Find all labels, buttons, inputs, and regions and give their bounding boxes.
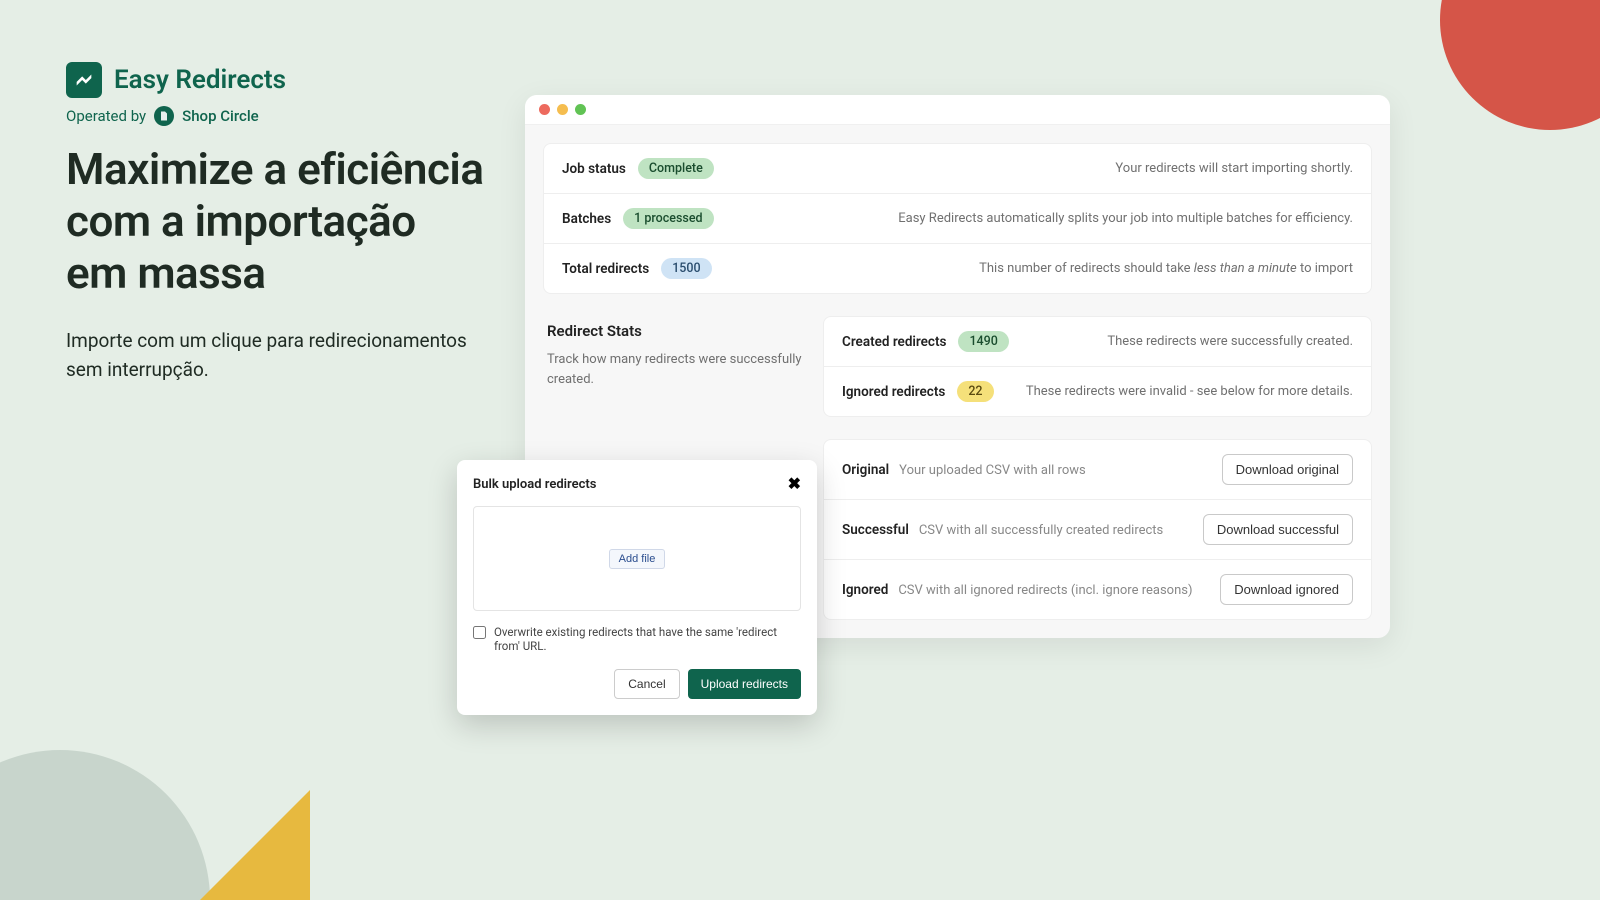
download-successful-button[interactable]: Download successful [1203, 514, 1353, 545]
created-redirects-row: Created redirects 1490 These redirects w… [824, 317, 1371, 367]
total-redirects-row: Total redirects 1500 This number of redi… [544, 244, 1371, 293]
download-original-button[interactable]: Download original [1222, 454, 1353, 485]
job-status-row: Job status Complete Your redirects will … [544, 144, 1371, 194]
minimize-dot-icon[interactable] [557, 104, 568, 115]
marketing-headline: Maximize a eficiência com a importação e… [66, 144, 486, 300]
marketing-subtext: Importe com um clique para redirecioname… [66, 326, 486, 385]
modal-title: Bulk upload redirects [473, 477, 596, 492]
ignored-dl-label: Ignored [842, 582, 888, 598]
stats-subtext: Track how many redirects were successful… [547, 350, 803, 389]
download-successful-row: Successful CSV with all successfully cre… [824, 500, 1371, 560]
decorative-circle-red [1440, 0, 1600, 130]
brand-row: Easy Redirects [66, 62, 486, 98]
batches-row: Batches 1 processed Easy Redirects autom… [544, 194, 1371, 244]
batches-pill: 1 processed [623, 208, 713, 229]
window-traffic-lights [525, 95, 1390, 125]
shop-circle-icon [154, 106, 174, 126]
total-desc-pre: This number of redirects should take [979, 261, 1194, 276]
created-pill: 1490 [958, 331, 1008, 352]
ignored-dl-desc: CSV with all ignored redirects (incl. ig… [898, 583, 1192, 598]
file-dropzone[interactable]: Add file [473, 506, 801, 611]
operator-name: Shop Circle [182, 107, 259, 125]
decorative-triangle-yellow [170, 790, 310, 900]
ignored-label: Ignored redirects [842, 384, 945, 400]
job-status-desc: Your redirects will start importing shor… [1115, 161, 1353, 176]
ignored-redirects-row: Ignored redirects 22 These redirects wer… [824, 367, 1371, 416]
total-desc-post: to import [1297, 261, 1353, 276]
upload-redirects-button[interactable]: Upload redirects [688, 669, 801, 699]
total-desc-em: less than a minute [1194, 261, 1297, 276]
original-label: Original [842, 462, 889, 478]
batches-desc: Easy Redirects automatically splits your… [898, 211, 1353, 226]
download-ignored-button[interactable]: Download ignored [1220, 574, 1353, 605]
redirect-stats-section: Redirect Stats Track how many redirects … [543, 316, 1372, 417]
download-original-row: Original Your uploaded CSV with all rows… [824, 440, 1371, 500]
marketing-column: Easy Redirects Operated by Shop Circle M… [66, 62, 486, 385]
status-card: Job status Complete Your redirects will … [543, 143, 1372, 294]
maximize-dot-icon[interactable] [575, 104, 586, 115]
created-label: Created redirects [842, 334, 946, 350]
total-desc: This number of redirects should take les… [979, 261, 1353, 276]
overwrite-label: Overwrite existing redirects that have t… [494, 625, 801, 653]
original-desc: Your uploaded CSV with all rows [899, 463, 1086, 478]
overwrite-checkbox-row[interactable]: Overwrite existing redirects that have t… [473, 625, 801, 653]
stats-title: Redirect Stats [547, 322, 803, 340]
batches-label: Batches [562, 211, 611, 227]
operated-by-label: Operated by [66, 107, 146, 125]
close-icon[interactable]: ✖ [788, 476, 801, 492]
ignored-desc: These redirects were invalid - see below… [1026, 384, 1353, 399]
overwrite-checkbox[interactable] [473, 626, 486, 639]
close-dot-icon[interactable] [539, 104, 550, 115]
brand-logo-icon [66, 62, 102, 98]
job-status-pill: Complete [638, 158, 714, 179]
ignored-pill: 22 [957, 381, 993, 402]
total-label: Total redirects [562, 261, 649, 277]
operated-by-row: Operated by Shop Circle [66, 106, 486, 126]
successful-label: Successful [842, 522, 909, 538]
job-status-label: Job status [562, 161, 626, 177]
cancel-button[interactable]: Cancel [614, 669, 679, 699]
created-desc: These redirects were successfully create… [1107, 334, 1353, 349]
add-file-button[interactable]: Add file [609, 549, 666, 569]
brand-name: Easy Redirects [114, 65, 286, 95]
download-ignored-row: Ignored CSV with all ignored redirects (… [824, 560, 1371, 619]
bulk-upload-modal: Bulk upload redirects ✖ Add file Overwri… [457, 460, 817, 715]
total-pill: 1500 [661, 258, 711, 279]
successful-desc: CSV with all successfully created redire… [919, 523, 1163, 538]
